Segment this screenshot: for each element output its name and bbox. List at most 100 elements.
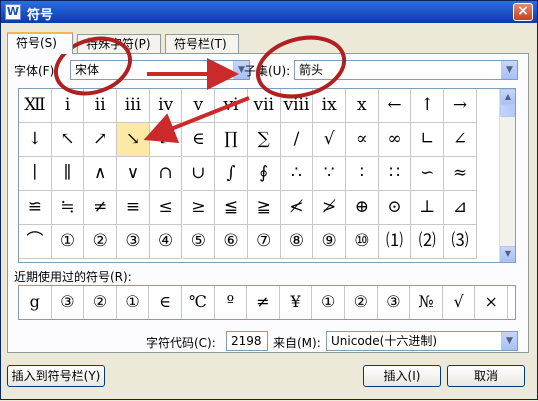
symbol-cell[interactable]: ⅰ: [51, 89, 85, 123]
symbol-cell[interactable]: ∷: [378, 157, 412, 191]
chevron-down-icon[interactable]: ▼: [501, 61, 517, 79]
recent-symbol[interactable]: ③: [52, 286, 85, 319]
recent-symbol[interactable]: ①: [117, 286, 150, 319]
symbol-cell[interactable]: ≠: [84, 191, 118, 225]
recent-symbol[interactable]: ≠: [247, 286, 280, 319]
title-bar[interactable]: W 符号 ×: [1, 1, 537, 23]
recent-symbol[interactable]: ℃: [182, 286, 215, 319]
symbol-cell[interactable]: ≡: [117, 191, 150, 225]
symbol-cell[interactable]: ∕: [280, 123, 314, 157]
chevron-down-icon[interactable]: ▼: [501, 332, 517, 350]
symbol-cell[interactable]: ≧: [247, 191, 281, 225]
symbol-cell[interactable]: ⑵: [411, 225, 445, 259]
symbol-cell[interactable]: ≯: [313, 191, 346, 225]
symbol-cell[interactable]: ↗: [84, 123, 118, 157]
symbol-cell[interactable]: ∶: [346, 157, 379, 191]
symbol-cell[interactable]: ⑴: [378, 225, 412, 259]
tab-special-chars[interactable]: 特殊字符(P): [77, 34, 161, 53]
cancel-button[interactable]: 取消: [447, 365, 525, 387]
symbol-cell[interactable]: ∣: [19, 157, 52, 191]
symbol-cell[interactable]: ∞: [378, 123, 412, 157]
symbol-cell[interactable]: ⅱ: [84, 89, 118, 123]
recent-symbol[interactable]: ×: [475, 286, 508, 319]
symbol-cell[interactable]: ⊙: [378, 191, 412, 225]
symbol-cell[interactable]: ⑩: [346, 225, 379, 259]
recent-symbol[interactable]: g: [19, 286, 52, 319]
symbol-cell[interactable]: ⅷ: [280, 89, 314, 123]
symbol-cell[interactable]: ⊥: [411, 191, 445, 225]
symbol-cell[interactable]: ∪: [182, 157, 216, 191]
symbol-cell[interactable]: ←: [378, 89, 412, 123]
symbol-cell[interactable]: ⅹ: [346, 89, 379, 123]
symbol-cell[interactable]: ≒: [51, 191, 85, 225]
symbol-cell[interactable]: ↑: [411, 89, 445, 123]
symbol-cell[interactable]: ⊿: [444, 191, 477, 225]
recent-symbol[interactable]: №: [410, 286, 443, 319]
insert-to-bar-button[interactable]: 插入到符号栏(Y): [7, 365, 105, 387]
symbol-cell[interactable]: ∑: [247, 123, 281, 157]
symbol-cell[interactable]: ↙: [149, 123, 183, 157]
symbol-grid-scrollbar[interactable]: ▲ ▼: [499, 89, 515, 262]
symbol-cell[interactable]: ↖: [51, 123, 85, 157]
symbol-cell[interactable]: ∩: [149, 157, 183, 191]
symbol-cell[interactable]: ⑤: [182, 225, 216, 259]
symbol-cell[interactable]: ⑥: [215, 225, 248, 259]
symbol-cell[interactable]: ∟: [411, 123, 445, 157]
symbol-cell[interactable]: ∝: [346, 123, 379, 157]
symbol-cell[interactable]: ≮: [280, 191, 314, 225]
symbol-cell[interactable]: √: [313, 123, 346, 157]
symbol-cell[interactable]: ⅲ: [117, 89, 150, 123]
scrollbar-thumb[interactable]: [500, 105, 515, 117]
symbol-cell[interactable]: ⌒: [19, 225, 52, 259]
symbol-cell[interactable]: ∥: [51, 157, 85, 191]
tab-symbols[interactable]: 符号(S): [7, 32, 73, 54]
symbol-cell[interactable]: ②: [84, 225, 118, 259]
symbol-cell[interactable]: ∈: [182, 123, 216, 157]
symbol-cell[interactable]: ↘: [117, 123, 150, 157]
arrow-down-icon[interactable]: ▼: [500, 246, 515, 262]
symbol-cell[interactable]: →: [444, 89, 477, 123]
symbol-cell[interactable]: ∨: [117, 157, 150, 191]
symbol-cell[interactable]: ≤: [149, 191, 183, 225]
symbol-cell[interactable]: ①: [51, 225, 85, 259]
subset-select[interactable]: 箭头 ▼: [294, 60, 518, 80]
symbol-cell[interactable]: ≦: [215, 191, 248, 225]
symbol-cell[interactable]: ⅸ: [313, 89, 346, 123]
symbol-cell[interactable]: ∵: [313, 157, 346, 191]
symbol-cell[interactable]: ⑦: [247, 225, 281, 259]
symbol-cell[interactable]: ⅶ: [247, 89, 281, 123]
recent-symbol[interactable]: º: [215, 286, 248, 319]
from-select[interactable]: Unicode(十六进制) ▼: [326, 331, 518, 351]
symbol-cell[interactable]: ↓: [19, 123, 52, 157]
symbol-cell[interactable]: ∧: [84, 157, 118, 191]
recent-symbol[interactable]: ¥: [280, 286, 313, 319]
char-code-input[interactable]: 2198: [226, 331, 268, 351]
symbol-cell[interactable]: ⅴ: [182, 89, 216, 123]
recent-symbol[interactable]: ③: [378, 286, 411, 319]
symbol-cell[interactable]: ⊕: [346, 191, 379, 225]
symbol-cell[interactable]: ∫: [215, 157, 248, 191]
tab-symbol-bar[interactable]: 符号栏(T): [165, 34, 239, 53]
symbol-cell[interactable]: ③: [117, 225, 150, 259]
symbol-cell[interactable]: ≥: [182, 191, 216, 225]
recent-symbol[interactable]: ∈: [149, 286, 182, 319]
recent-symbol[interactable]: ②: [345, 286, 378, 319]
symbol-cell[interactable]: ≈: [444, 157, 477, 191]
symbol-cell[interactable]: ∠: [444, 123, 477, 157]
symbol-cell[interactable]: ∮: [247, 157, 281, 191]
symbol-cell[interactable]: ⅵ: [215, 89, 248, 123]
symbol-cell[interactable]: ∏: [215, 123, 248, 157]
close-button[interactable]: ×: [513, 3, 533, 21]
insert-button[interactable]: 插入(I): [363, 365, 441, 387]
symbol-cell[interactable]: ⑶: [444, 225, 477, 259]
font-select[interactable]: 宋体 ▼: [70, 60, 250, 80]
symbol-cell[interactable]: ≌: [19, 191, 52, 225]
recent-symbol[interactable]: ①: [312, 286, 345, 319]
symbol-cell[interactable]: Ⅻ: [19, 89, 52, 123]
arrow-up-icon[interactable]: ▲: [500, 89, 515, 105]
symbol-cell[interactable]: ⅳ: [149, 89, 183, 123]
recent-symbol[interactable]: √: [443, 286, 476, 319]
symbol-cell[interactable]: ④: [149, 225, 183, 259]
symbol-cell[interactable]: ⑧: [280, 225, 314, 259]
symbol-cell[interactable]: ∽: [411, 157, 445, 191]
